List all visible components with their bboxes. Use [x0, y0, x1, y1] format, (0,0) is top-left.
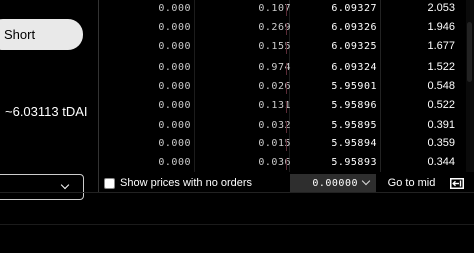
chevron-down-icon: [361, 176, 371, 186]
total: 0.359: [427, 137, 455, 149]
depth-marker: [286, 4, 287, 16]
price: 5.95893: [331, 157, 377, 168]
total: 0.344: [427, 156, 455, 168]
mine-size: 0.000: [158, 138, 191, 149]
orderbook: 0.000 0.107 6.09327 2.053 0.000 0.269 6.…: [99, 0, 467, 172]
collapse-panel-button[interactable]: [444, 174, 470, 192]
total: 0.391: [427, 119, 455, 131]
show-empty-prices-label: Show prices with no orders: [120, 177, 253, 189]
total: 1.677: [427, 40, 455, 52]
price: 6.09327: [331, 3, 377, 14]
orderbook-row[interactable]: 0.000 0.974 6.09324 1.522: [99, 60, 467, 78]
orderbook-row[interactable]: 0.000 0.107 6.09327 2.053: [99, 1, 467, 19]
chevron-down-icon: [60, 180, 70, 190]
total: 1.946: [427, 21, 455, 33]
orderbook-row[interactable]: 0.000 0.015 5.95894 0.359: [99, 136, 467, 154]
mine-size: 0.000: [158, 62, 191, 73]
orderbook-row[interactable]: 0.000 0.131 5.95896 0.522: [99, 98, 467, 116]
panel-border: [0, 192, 474, 193]
price: 6.09325: [331, 41, 377, 52]
orderbook-row[interactable]: 0.000 0.269 6.09326 1.946: [99, 20, 467, 38]
depth-marker: [286, 139, 287, 151]
short-button[interactable]: Short: [0, 19, 83, 50]
total: 1.522: [427, 61, 455, 73]
price: 6.09324: [331, 62, 377, 73]
mine-size: 0.000: [158, 22, 191, 33]
order-form-panel: Short ~6.03113 tDAI: [0, 0, 99, 200]
price: 5.95894: [331, 138, 377, 149]
total: 2.053: [427, 2, 455, 14]
mine-size: 0.000: [158, 81, 191, 92]
depth-marker: [286, 23, 287, 35]
depth-marker: [286, 42, 287, 54]
tick-size-value: 0.00000: [312, 177, 358, 189]
panel-border: [0, 224, 474, 225]
orderbook-scrollbar[interactable]: [466, 0, 474, 172]
go-to-mid-button[interactable]: Go to mid: [379, 174, 444, 192]
mine-size: 0.000: [158, 157, 191, 168]
orderbook-row[interactable]: 0.000 0.036 5.95893 0.344: [99, 155, 467, 173]
orderbook-footer: Show prices with no orders 0.00000 Go to…: [99, 174, 474, 192]
price: 6.09326: [331, 22, 377, 33]
scroll-thumb[interactable]: [467, 22, 472, 82]
price: 5.95895: [331, 120, 377, 131]
orderbook-row[interactable]: 0.000 0.026 5.95901 0.548: [99, 79, 467, 97]
panel-collapse-icon: [450, 177, 464, 189]
orderbook-row[interactable]: 0.000 0.155 6.09325 1.677: [99, 39, 467, 57]
orderbook-row[interactable]: 0.000 0.032 5.95895 0.391: [99, 118, 467, 136]
mine-size: 0.000: [158, 120, 191, 131]
total: 0.522: [427, 99, 455, 111]
mine-size: 0.000: [158, 41, 191, 52]
depth-marker: [286, 101, 287, 113]
mine-size: 0.000: [158, 3, 191, 14]
price-estimate: ~6.03113 tDAI: [5, 104, 88, 119]
price: 5.95896: [331, 100, 377, 111]
depth-marker: [286, 63, 287, 75]
total: 0.548: [427, 80, 455, 92]
depth-marker: [286, 82, 287, 94]
mine-size: 0.000: [158, 100, 191, 111]
price: 5.95901: [331, 81, 377, 92]
tick-size-select[interactable]: 0.00000: [290, 174, 376, 192]
depth-marker: [286, 121, 287, 133]
show-empty-prices-checkbox[interactable]: [104, 177, 115, 189]
depth-marker: [286, 158, 287, 170]
show-empty-prices-toggle[interactable]: Show prices with no orders: [104, 174, 252, 192]
market-select[interactable]: [0, 174, 84, 200]
